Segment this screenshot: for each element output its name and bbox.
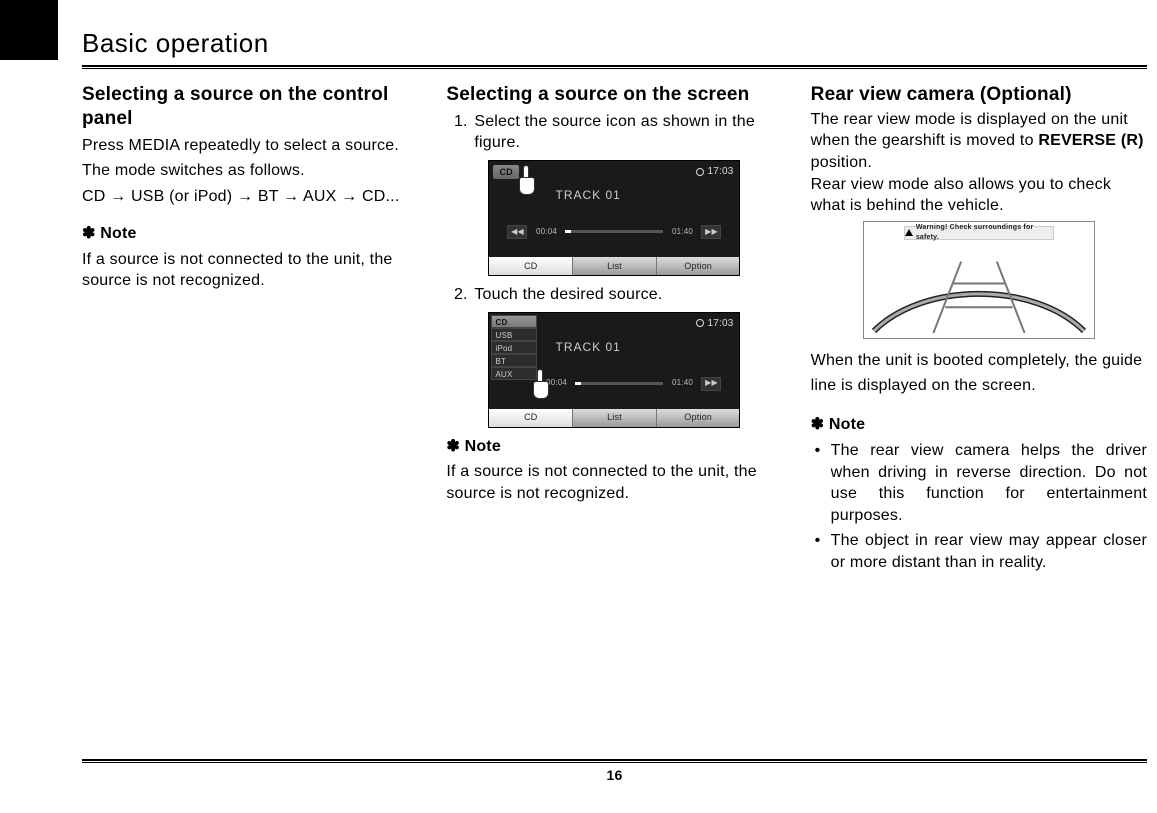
- col2-note-body: If a source is not connected to the unit…: [446, 461, 782, 504]
- col1-heading: Selecting a source on the control panel: [82, 83, 418, 131]
- rule-bottom-thick: [82, 759, 1147, 761]
- column-2: Selecting a source on the screen Select …: [446, 83, 782, 577]
- col2-step2: Touch the desired source.: [472, 284, 782, 306]
- chapter-title: Basic operation: [82, 28, 1147, 59]
- seq-start: CD: [82, 188, 110, 205]
- col3-note-bullets: The rear view camera helps the driver wh…: [811, 440, 1147, 574]
- col3-bullet-2: The object in rear view may appear close…: [811, 530, 1147, 573]
- note-symbol: ✽ Note: [811, 416, 866, 433]
- seq-item: AUX: [303, 188, 337, 205]
- col1-sequence: CD → USB (or iPod) → BT → AUX → CD...: [82, 186, 418, 208]
- arrow-icon: →: [341, 188, 362, 205]
- col3-heading: Rear view camera (Optional): [811, 83, 1147, 107]
- col2-heading: Selecting a source on the screen: [446, 83, 782, 107]
- col3-note-label: ✽ Note: [811, 414, 1147, 436]
- col1-p1: Press MEDIA repeatedly to select a sourc…: [82, 135, 418, 157]
- time-total: 01:40: [669, 378, 695, 389]
- page-tab-marker: [0, 0, 58, 60]
- col2-step1: Select the source icon as shown in the f…: [472, 111, 782, 154]
- touch-hand-icon: [513, 165, 539, 195]
- page-number: 16: [82, 767, 1147, 783]
- figure-source-list: 17:03 TRACK 01 00:04 01:40 ▶▶ CD List Op…: [488, 312, 740, 428]
- bottom-tabs: CD List Option: [489, 409, 739, 427]
- col1-note-label: ✽ Note: [82, 223, 418, 245]
- progress-row: 00:04 01:40 ▶▶: [543, 377, 721, 391]
- col3-bullet-1: The rear view camera helps the driver wh…: [811, 440, 1147, 526]
- col2-note-label: ✽ Note: [446, 436, 782, 458]
- track-title: TRACK 01: [555, 187, 620, 203]
- column-layout: Selecting a source on the control panel …: [82, 83, 1147, 577]
- clock: 17:03: [696, 317, 733, 331]
- progress-bar: [575, 382, 663, 385]
- page-content: Basic operation Selecting a source on th…: [82, 28, 1147, 783]
- arrow-icon: →: [110, 188, 131, 205]
- track-title: TRACK 01: [555, 339, 620, 355]
- tab-option: Option: [657, 257, 740, 275]
- next-button: ▶▶: [701, 225, 721, 239]
- bottom-tabs: CD List Option: [489, 257, 739, 275]
- clock-time: 17:03: [707, 317, 733, 331]
- rear-guidelines-svg: [864, 222, 1094, 339]
- progress-bar: [565, 230, 663, 233]
- rule-top-thin: [82, 68, 1147, 69]
- clock: 17:03: [696, 165, 733, 179]
- text-run: position.: [811, 154, 872, 171]
- time-total: 01:40: [669, 227, 695, 238]
- col3-para-block: The rear view mode is displayed on the u…: [811, 109, 1147, 217]
- tab-cd: CD: [489, 409, 573, 427]
- column-1: Selecting a source on the control panel …: [82, 83, 418, 577]
- footer: 16: [82, 759, 1147, 783]
- seq-item: CD...: [362, 188, 399, 205]
- tab-option: Option: [657, 409, 740, 427]
- col3-p3: When the unit is booted completely, the …: [811, 349, 1147, 399]
- tab-cd: CD: [489, 257, 573, 275]
- col2-steps-cont: Touch the desired source.: [446, 284, 782, 306]
- progress-row: ◀◀ 00:04 01:40 ▶▶: [507, 225, 721, 239]
- figure-rear-camera: Warning! Check surroundings for safety.: [863, 221, 1095, 339]
- reverse-label: REVERSE (R): [1038, 132, 1143, 149]
- note-symbol: ✽ Note: [82, 225, 137, 242]
- col2-steps: Select the source icon as shown in the f…: [446, 111, 782, 154]
- rule-bottom-thin: [82, 762, 1147, 763]
- clock-icon: [696, 168, 704, 176]
- clock-time: 17:03: [707, 165, 733, 179]
- prev-button: ◀◀: [507, 225, 527, 239]
- touch-hand-icon: [527, 369, 553, 399]
- rule-top-thick: [82, 65, 1147, 67]
- source-item-cd: CD: [491, 315, 537, 328]
- column-3: Rear view camera (Optional) The rear vie…: [811, 83, 1147, 577]
- arrow-icon: →: [237, 188, 258, 205]
- seq-item: BT: [258, 188, 279, 205]
- source-item-usb: USB: [491, 328, 537, 341]
- note-symbol: ✽ Note: [446, 438, 501, 455]
- col1-p2: The mode switches as follows.: [82, 160, 418, 182]
- seq-item: USB (or iPod): [131, 188, 232, 205]
- next-button: ▶▶: [701, 377, 721, 391]
- source-item-bt: BT: [491, 354, 537, 367]
- col3-p1: The rear view mode is displayed on the u…: [811, 109, 1147, 174]
- arrow-icon: →: [283, 188, 303, 205]
- col3-p2: Rear view mode also allows you to check …: [811, 174, 1147, 217]
- clock-icon: [696, 319, 704, 327]
- col1-note-body: If a source is not connected to the unit…: [82, 249, 418, 292]
- tab-list: List: [573, 409, 657, 427]
- source-item-ipod: iPod: [491, 341, 537, 354]
- tab-list: List: [573, 257, 657, 275]
- figure-source-icon: CD 17:03 TRACK 01 ◀◀ 00:04 01:40 ▶▶ CD L…: [488, 160, 740, 276]
- time-elapsed: 00:04: [533, 227, 559, 238]
